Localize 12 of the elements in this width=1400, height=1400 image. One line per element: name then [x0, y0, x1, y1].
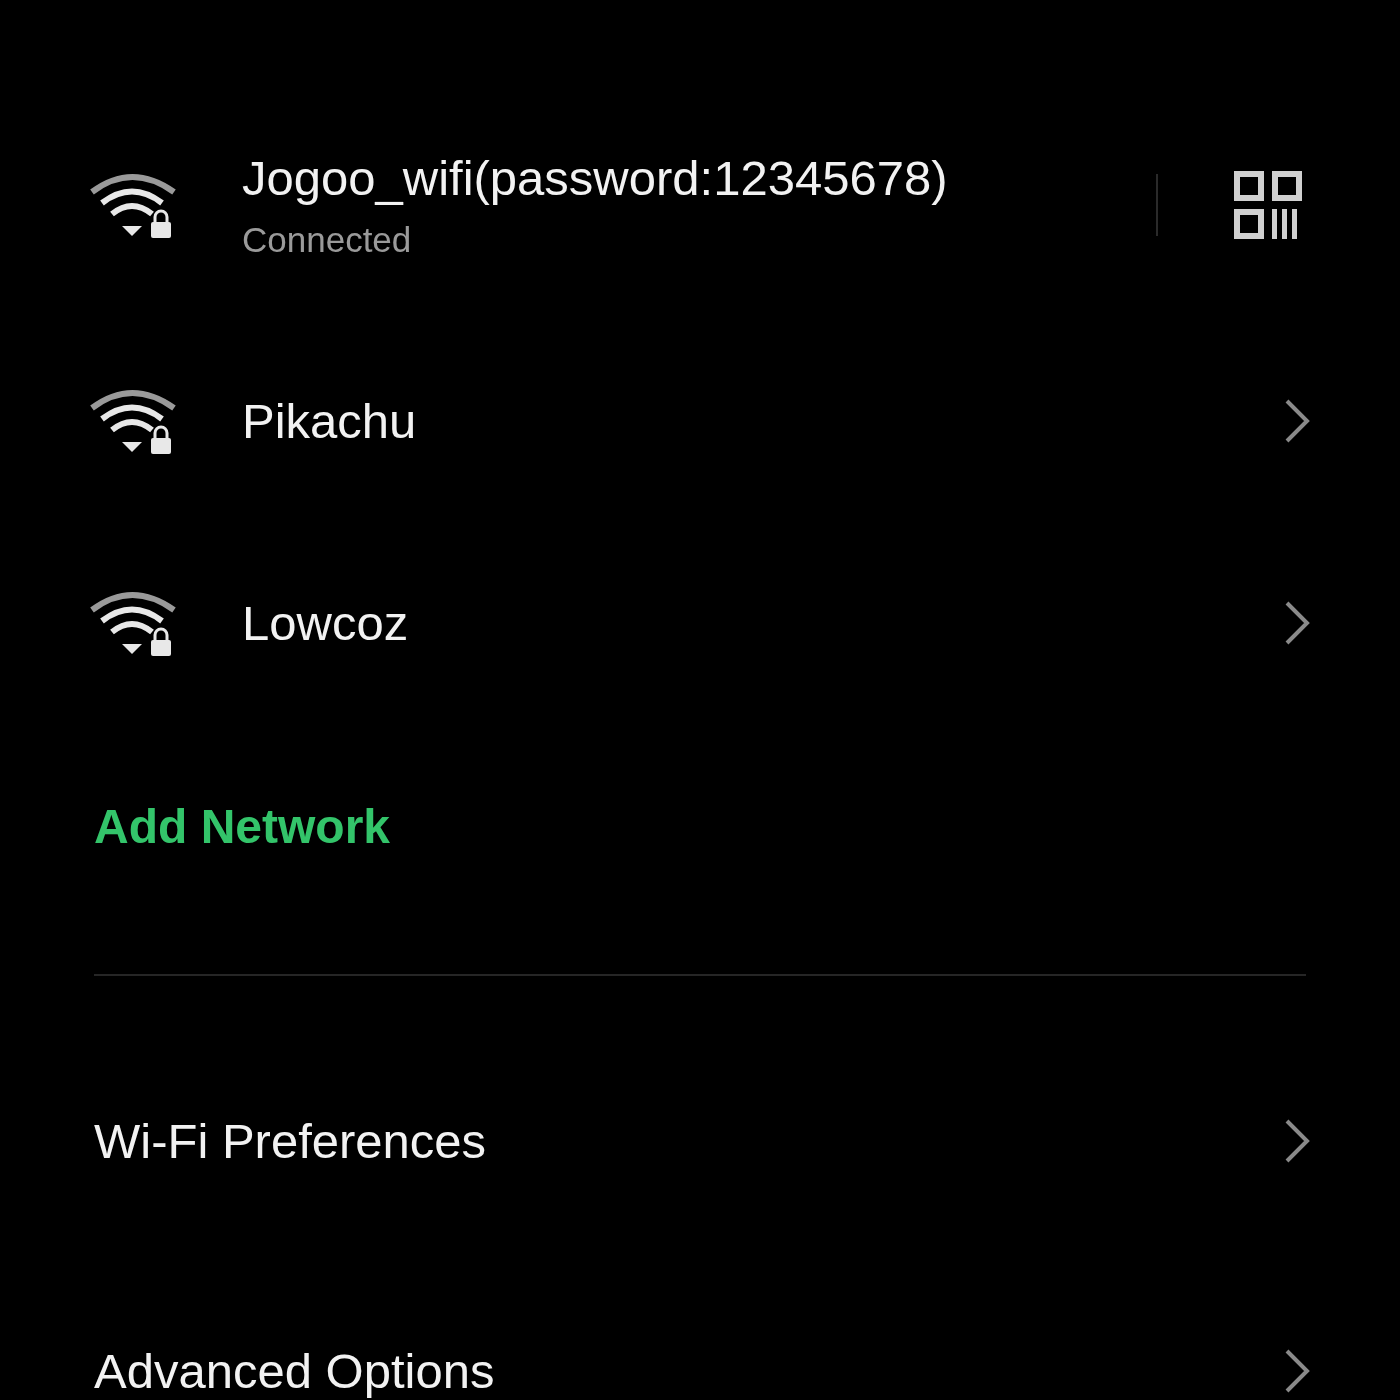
chevron-right-icon[interactable]	[1284, 600, 1310, 646]
chevron-right-icon[interactable]	[1284, 398, 1310, 444]
network-name[interactable]: Jogoo_wifi(password:12345678)	[242, 150, 948, 206]
network-name[interactable]: Lowcoz	[242, 595, 409, 651]
settings-item[interactable]: Advanced Options	[94, 1343, 1284, 1399]
chevron-right-icon[interactable]	[1284, 1118, 1310, 1164]
network-name[interactable]: Pikachu	[242, 393, 417, 449]
chevron-right-icon[interactable]	[1284, 1348, 1310, 1394]
connection-status: Connected	[242, 220, 412, 260]
settings-item[interactable]: Wi-Fi Preferences	[94, 1113, 1284, 1169]
add-network-link[interactable]: Add Network	[94, 798, 390, 854]
qr-code-icon[interactable]	[1234, 171, 1302, 239]
